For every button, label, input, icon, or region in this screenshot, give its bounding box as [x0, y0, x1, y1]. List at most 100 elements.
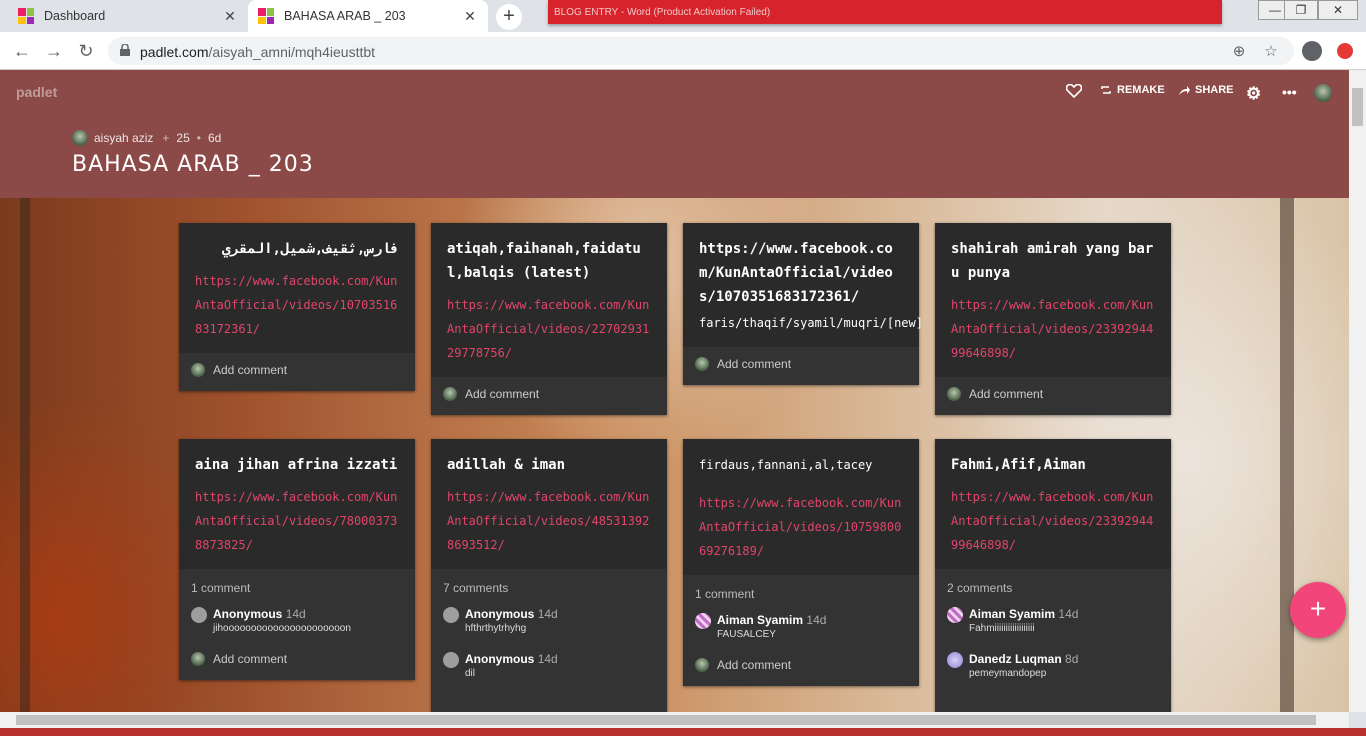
comment-count[interactable]: 1 comment [191, 581, 403, 595]
share-icon [1179, 86, 1190, 95]
remake-button[interactable]: REMAKE [1100, 84, 1165, 96]
comment-author: Anonymous [213, 607, 283, 621]
comment: Danedz Luqman 8d pemeymandopep [947, 652, 1159, 679]
comment-count[interactable]: 1 comment [695, 587, 907, 601]
post-card[interactable]: shahirah amirah yang baru punya https://w… [935, 223, 1171, 415]
restore-button[interactable]: ❐ [1284, 0, 1318, 20]
url-field[interactable]: padlet.com/aisyah_amni/mqh4ieusttbt ⊕ ☆ [108, 37, 1294, 65]
post-card[interactable]: https://www.facebook.com/KunAntaOfficial… [683, 223, 923, 385]
like-icon[interactable] [1066, 84, 1087, 98]
zoom-icon[interactable]: ⊕ [1230, 42, 1248, 60]
post-card[interactable]: atiqah,faihanah,faidatul,balqis (latest)… [431, 223, 667, 415]
comment-text: pemeymandopep [969, 668, 1047, 679]
add-comment-button[interactable]: Add comment [695, 658, 907, 672]
add-comment-button[interactable]: Add comment [695, 357, 907, 371]
commenter-avatar [695, 613, 711, 629]
add-comment-button[interactable]: Add comment [443, 387, 655, 401]
remake-icon [1101, 86, 1111, 94]
settings-gear-icon[interactable]: ⚙ [1246, 84, 1261, 104]
post-link[interactable]: https://www.facebook.com/KunAntaOfficial… [447, 485, 651, 557]
post-link[interactable]: https://www.facebook.com/KunAntaOfficial… [447, 293, 651, 365]
tab-dashboard[interactable]: Dashboard ✕ [8, 0, 248, 32]
padlet-header: padlet REMAKE SHARE ⚙ ••• aisyah aziz + … [0, 70, 1349, 198]
forward-icon[interactable]: → [44, 41, 64, 61]
user-avatar [443, 387, 457, 401]
url-path: /aisyah_amni/mqh4ieusttbt [208, 44, 376, 60]
padlet-favicon [18, 8, 34, 24]
add-post-button[interactable]: + [1290, 582, 1346, 638]
comment-author: Aiman Syamim [969, 607, 1056, 621]
share-button[interactable]: SHARE [1178, 84, 1234, 96]
board-meta: aisyah aziz + 25 • 6d [72, 130, 221, 146]
url-text: padlet.com/aisyah_amni/mqh4ieusttbt [140, 44, 375, 60]
close-window-button[interactable]: ✕ [1318, 0, 1358, 20]
user-avatar[interactable] [1314, 84, 1332, 102]
taskbar [0, 728, 1366, 736]
anonymous-avatar [191, 607, 207, 623]
like-count-icon: + [162, 131, 170, 145]
browser-tabstrip: Dashboard ✕ BAHASA ARAB _ 203 ✕ + BLOG E… [0, 0, 1366, 32]
background-window[interactable]: BLOG ENTRY - Word (Product Activation Fa… [548, 0, 1222, 24]
comment-author: Danedz Luqman [969, 652, 1062, 666]
post-card[interactable]: adillah & iman https://www.facebook.com/K… [431, 439, 667, 712]
comment: Aiman Syamim 14d FAUSALCEY [695, 613, 907, 640]
lock-icon [120, 44, 130, 56]
add-comment-button[interactable]: Add comment [191, 363, 403, 377]
post-title: فارس,ثقيف,شميل,المقري [221, 241, 399, 257]
post-card[interactable]: aina jihan afrina izzati https://www.face… [179, 439, 415, 680]
comment: Aiman Syamim 14d Fahmiiiiiiiiiiiiiiiiii [947, 607, 1159, 634]
comment-count[interactable]: 7 comments [443, 581, 655, 595]
board-title: BAHASA ARAB _ 203 [72, 152, 314, 177]
post-card[interactable]: Fahmi,Afif,Aiman https://www.facebook.com… [935, 439, 1171, 712]
add-comment-label: Add comment [717, 658, 792, 672]
reload-icon[interactable]: ↻ [76, 41, 96, 61]
profile-icon[interactable] [1302, 41, 1322, 61]
comment: Anonymous 14d jihoooooooooooooooooooooon [191, 607, 403, 634]
scroll-thumb[interactable] [1352, 88, 1363, 126]
post-link[interactable]: https://www.facebook.com/KunAntaOfficial… [699, 491, 903, 563]
address-bar: ← → ↻ padlet.com/aisyah_amni/mqh4ieusttb… [0, 32, 1366, 70]
board-age: 6d [207, 131, 222, 145]
close-tab-icon[interactable]: ✕ [462, 8, 478, 25]
post-card[interactable]: فارس,ثقيف,شميل,المقري https://www.faceboo… [179, 223, 415, 391]
post-title: shahirah amirah yang baru punya [951, 241, 1154, 281]
author-name[interactable]: aisyah aziz [94, 131, 153, 145]
bookmark-star-icon[interactable]: ☆ [1262, 42, 1280, 60]
anonymous-avatar [443, 652, 459, 668]
post-link[interactable]: https://www.facebook.com/KunAntaOfficial… [951, 485, 1155, 557]
commenter-avatar [947, 607, 963, 623]
comment-count[interactable]: 2 comments [947, 581, 1159, 595]
comment-author: Aiman Syamim [717, 613, 804, 627]
new-tab-button[interactable]: + [496, 4, 522, 30]
post-title: atiqah,faihanah,faidatul,balqis (latest) [447, 241, 641, 281]
user-avatar [191, 363, 205, 377]
remake-label: REMAKE [1117, 84, 1165, 96]
add-comment-label: Add comment [213, 652, 288, 666]
close-tab-icon[interactable]: ✕ [222, 8, 238, 25]
comment: Anonymous 14d hfthrthytrhyhg [443, 607, 655, 634]
back-icon[interactable]: ← [12, 41, 32, 61]
horizontal-scrollbar[interactable] [0, 712, 1349, 728]
comment-text: FAUSALCEY [717, 629, 776, 640]
add-comment-label: Add comment [717, 357, 792, 371]
anonymous-avatar [443, 607, 459, 623]
more-options-icon[interactable]: ••• [1282, 84, 1297, 100]
post-card[interactable]: firdaus,fannani,al,tacey https://www.face… [683, 439, 919, 686]
post-link[interactable]: https://www.facebook.com/KunAntaOfficial… [951, 293, 1155, 365]
tab-bahasa-arab[interactable]: BAHASA ARAB _ 203 ✕ [248, 0, 488, 32]
padlet-page: padlet REMAKE SHARE ⚙ ••• aisyah aziz + … [0, 70, 1349, 712]
padlet-logo[interactable]: padlet [16, 84, 57, 100]
post-link[interactable]: https://www.facebook.com/KunAntaOfficial… [195, 485, 399, 557]
comment-text: Fahmiiiiiiiiiiiiiiiiii [969, 623, 1035, 634]
add-comment-button[interactable]: Add comment [947, 387, 1159, 401]
comment-time: 8d [1065, 652, 1079, 666]
post-title: adillah & iman [447, 457, 566, 473]
add-comment-button[interactable]: Add comment [191, 652, 403, 666]
add-comment-label: Add comment [213, 363, 288, 377]
extension-icon[interactable] [1337, 43, 1353, 59]
scroll-thumb[interactable] [16, 715, 1316, 725]
vertical-scrollbar[interactable] [1349, 70, 1366, 712]
post-title: https://www.facebook.com/KunAntaOfficial… [699, 241, 893, 305]
comment-text: dil [465, 668, 476, 679]
post-link[interactable]: https://www.facebook.com/KunAntaOfficial… [195, 269, 399, 341]
